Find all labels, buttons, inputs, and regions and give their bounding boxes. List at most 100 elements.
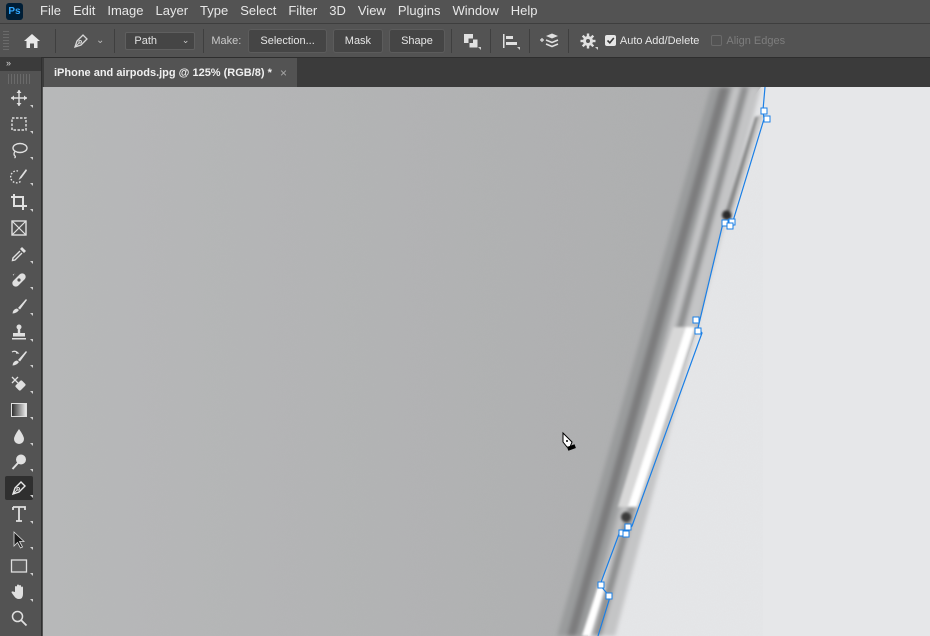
type-icon xyxy=(12,506,26,522)
menu-type[interactable]: Type xyxy=(195,0,235,22)
pen-tool-icon xyxy=(73,33,88,48)
blur-drop-icon xyxy=(14,429,24,444)
photoshop-logo-icon[interactable]: Ps xyxy=(6,2,23,20)
anchor-point[interactable] xyxy=(763,115,771,123)
options-bar-grip[interactable] xyxy=(3,30,9,51)
type-tool[interactable] xyxy=(5,502,33,526)
dropdown-triangle xyxy=(30,261,33,264)
menu-window[interactable]: Window xyxy=(447,0,505,22)
lasso-tool[interactable] xyxy=(5,138,33,162)
anchor-point[interactable] xyxy=(597,581,605,589)
menu-select[interactable]: Select xyxy=(235,0,283,22)
rectangle-tool[interactable] xyxy=(5,554,33,578)
canvas-image xyxy=(43,87,930,636)
menu-image[interactable]: Image xyxy=(102,0,150,22)
eraser-icon xyxy=(11,376,26,391)
path-arrangement-icon xyxy=(539,33,559,47)
document-tab-title: iPhone and airpods.jpg @ 125% (RGB/8) * xyxy=(54,66,272,79)
document-canvas[interactable] xyxy=(43,87,930,636)
path-arrangement-button[interactable] xyxy=(536,28,562,54)
anchor-point[interactable] xyxy=(605,592,613,600)
dropdown-triangle xyxy=(30,183,33,186)
anchor-point[interactable] xyxy=(622,530,630,538)
menu-plugins[interactable]: Plugins xyxy=(393,0,448,22)
dropdown-triangle xyxy=(30,417,33,420)
object-selection-icon xyxy=(10,169,27,184)
anchor-point[interactable] xyxy=(624,523,632,531)
make-selection-button[interactable]: Selection... xyxy=(248,28,327,53)
menu-view[interactable]: View xyxy=(353,0,393,22)
move-tool[interactable] xyxy=(5,86,33,110)
dropdown-triangle xyxy=(30,599,33,602)
path-selection-arrow-icon xyxy=(13,531,26,549)
gradient-tool[interactable] xyxy=(5,398,33,422)
dropdown-triangle xyxy=(30,469,33,472)
dropdown-triangle xyxy=(30,365,33,368)
home-button[interactable] xyxy=(19,28,45,54)
zoom-tool[interactable] xyxy=(5,606,33,630)
dropdown-triangle xyxy=(30,573,33,576)
dropdown-triangle xyxy=(30,339,33,342)
frame-icon xyxy=(11,220,27,236)
eyedropper-tool[interactable] xyxy=(5,242,33,266)
dodge-tool[interactable] xyxy=(5,450,33,474)
document-tab[interactable]: iPhone and airpods.jpg @ 125% (RGB/8) * … xyxy=(44,58,297,87)
tools-panel-grip[interactable] xyxy=(8,74,32,84)
dropdown-triangle xyxy=(30,313,33,316)
collapse-panel-icon[interactable]: ›› xyxy=(0,57,41,71)
dropdown-triangle xyxy=(477,46,481,50)
make-shape-button[interactable]: Shape xyxy=(389,28,445,53)
eraser-tool[interactable] xyxy=(5,372,33,396)
path-selection-tool[interactable] xyxy=(5,528,33,552)
crop-icon xyxy=(11,194,27,210)
hand-tool[interactable] xyxy=(5,580,33,604)
anchor-point[interactable] xyxy=(726,222,734,230)
path-alignment-button[interactable] xyxy=(497,28,523,54)
anchor-point[interactable] xyxy=(692,316,700,324)
rectangle-icon xyxy=(10,559,28,573)
anchor-point[interactable] xyxy=(760,107,768,115)
align-edges-label: Align Edges xyxy=(726,34,786,47)
history-brush-icon xyxy=(11,350,27,366)
dodge-icon xyxy=(11,454,26,470)
settings-button[interactable] xyxy=(575,28,601,54)
make-label: Make: xyxy=(211,34,242,47)
separator xyxy=(203,28,205,53)
pen-tool[interactable] xyxy=(5,476,33,500)
menu-edit[interactable]: Edit xyxy=(68,0,102,22)
close-icon[interactable]: × xyxy=(280,66,287,80)
tools-panel: ›› xyxy=(0,57,42,636)
marquee-icon xyxy=(11,117,27,131)
menu-help[interactable]: Help xyxy=(506,0,545,22)
anchor-point[interactable] xyxy=(694,327,702,335)
clone-stamp-tool[interactable] xyxy=(5,320,33,344)
menu-bar: Ps File Edit Image Layer Type Select Fil… xyxy=(0,0,930,22)
mode-select[interactable]: Path ⌄ xyxy=(125,31,196,50)
frame-tool[interactable] xyxy=(5,216,33,240)
object-selection-tool[interactable] xyxy=(5,164,33,188)
rectangular-marquee-tool[interactable] xyxy=(5,112,33,136)
crop-tool[interactable] xyxy=(5,190,33,214)
align-edges-checkbox[interactable] xyxy=(711,35,723,46)
path-operations-button[interactable] xyxy=(458,28,484,54)
magnifier-icon xyxy=(11,610,28,627)
separator xyxy=(114,28,116,53)
history-brush-tool[interactable] xyxy=(5,346,33,370)
chevron-down-icon[interactable]: ⌄ xyxy=(96,35,104,46)
dropdown-triangle xyxy=(30,443,33,446)
blur-tool[interactable] xyxy=(5,424,33,448)
mode-select-value: Path xyxy=(134,34,158,47)
dropdown-triangle xyxy=(30,105,33,108)
menu-file[interactable]: File xyxy=(35,0,68,22)
menu-3d[interactable]: 3D xyxy=(324,0,353,22)
auto-add-delete-checkbox[interactable] xyxy=(604,35,616,46)
separator xyxy=(55,28,56,53)
make-mask-button[interactable]: Mask xyxy=(332,28,384,53)
menu-layer[interactable]: Layer xyxy=(151,0,196,22)
spot-healing-brush-tool[interactable] xyxy=(5,268,33,292)
document-tab-bar: iPhone and airpods.jpg @ 125% (RGB/8) * … xyxy=(0,57,930,87)
menu-filter[interactable]: Filter xyxy=(283,0,324,22)
tool-preset-picker[interactable] xyxy=(68,28,94,54)
dropdown-triangle xyxy=(30,209,33,212)
brush-tool[interactable] xyxy=(5,294,33,318)
